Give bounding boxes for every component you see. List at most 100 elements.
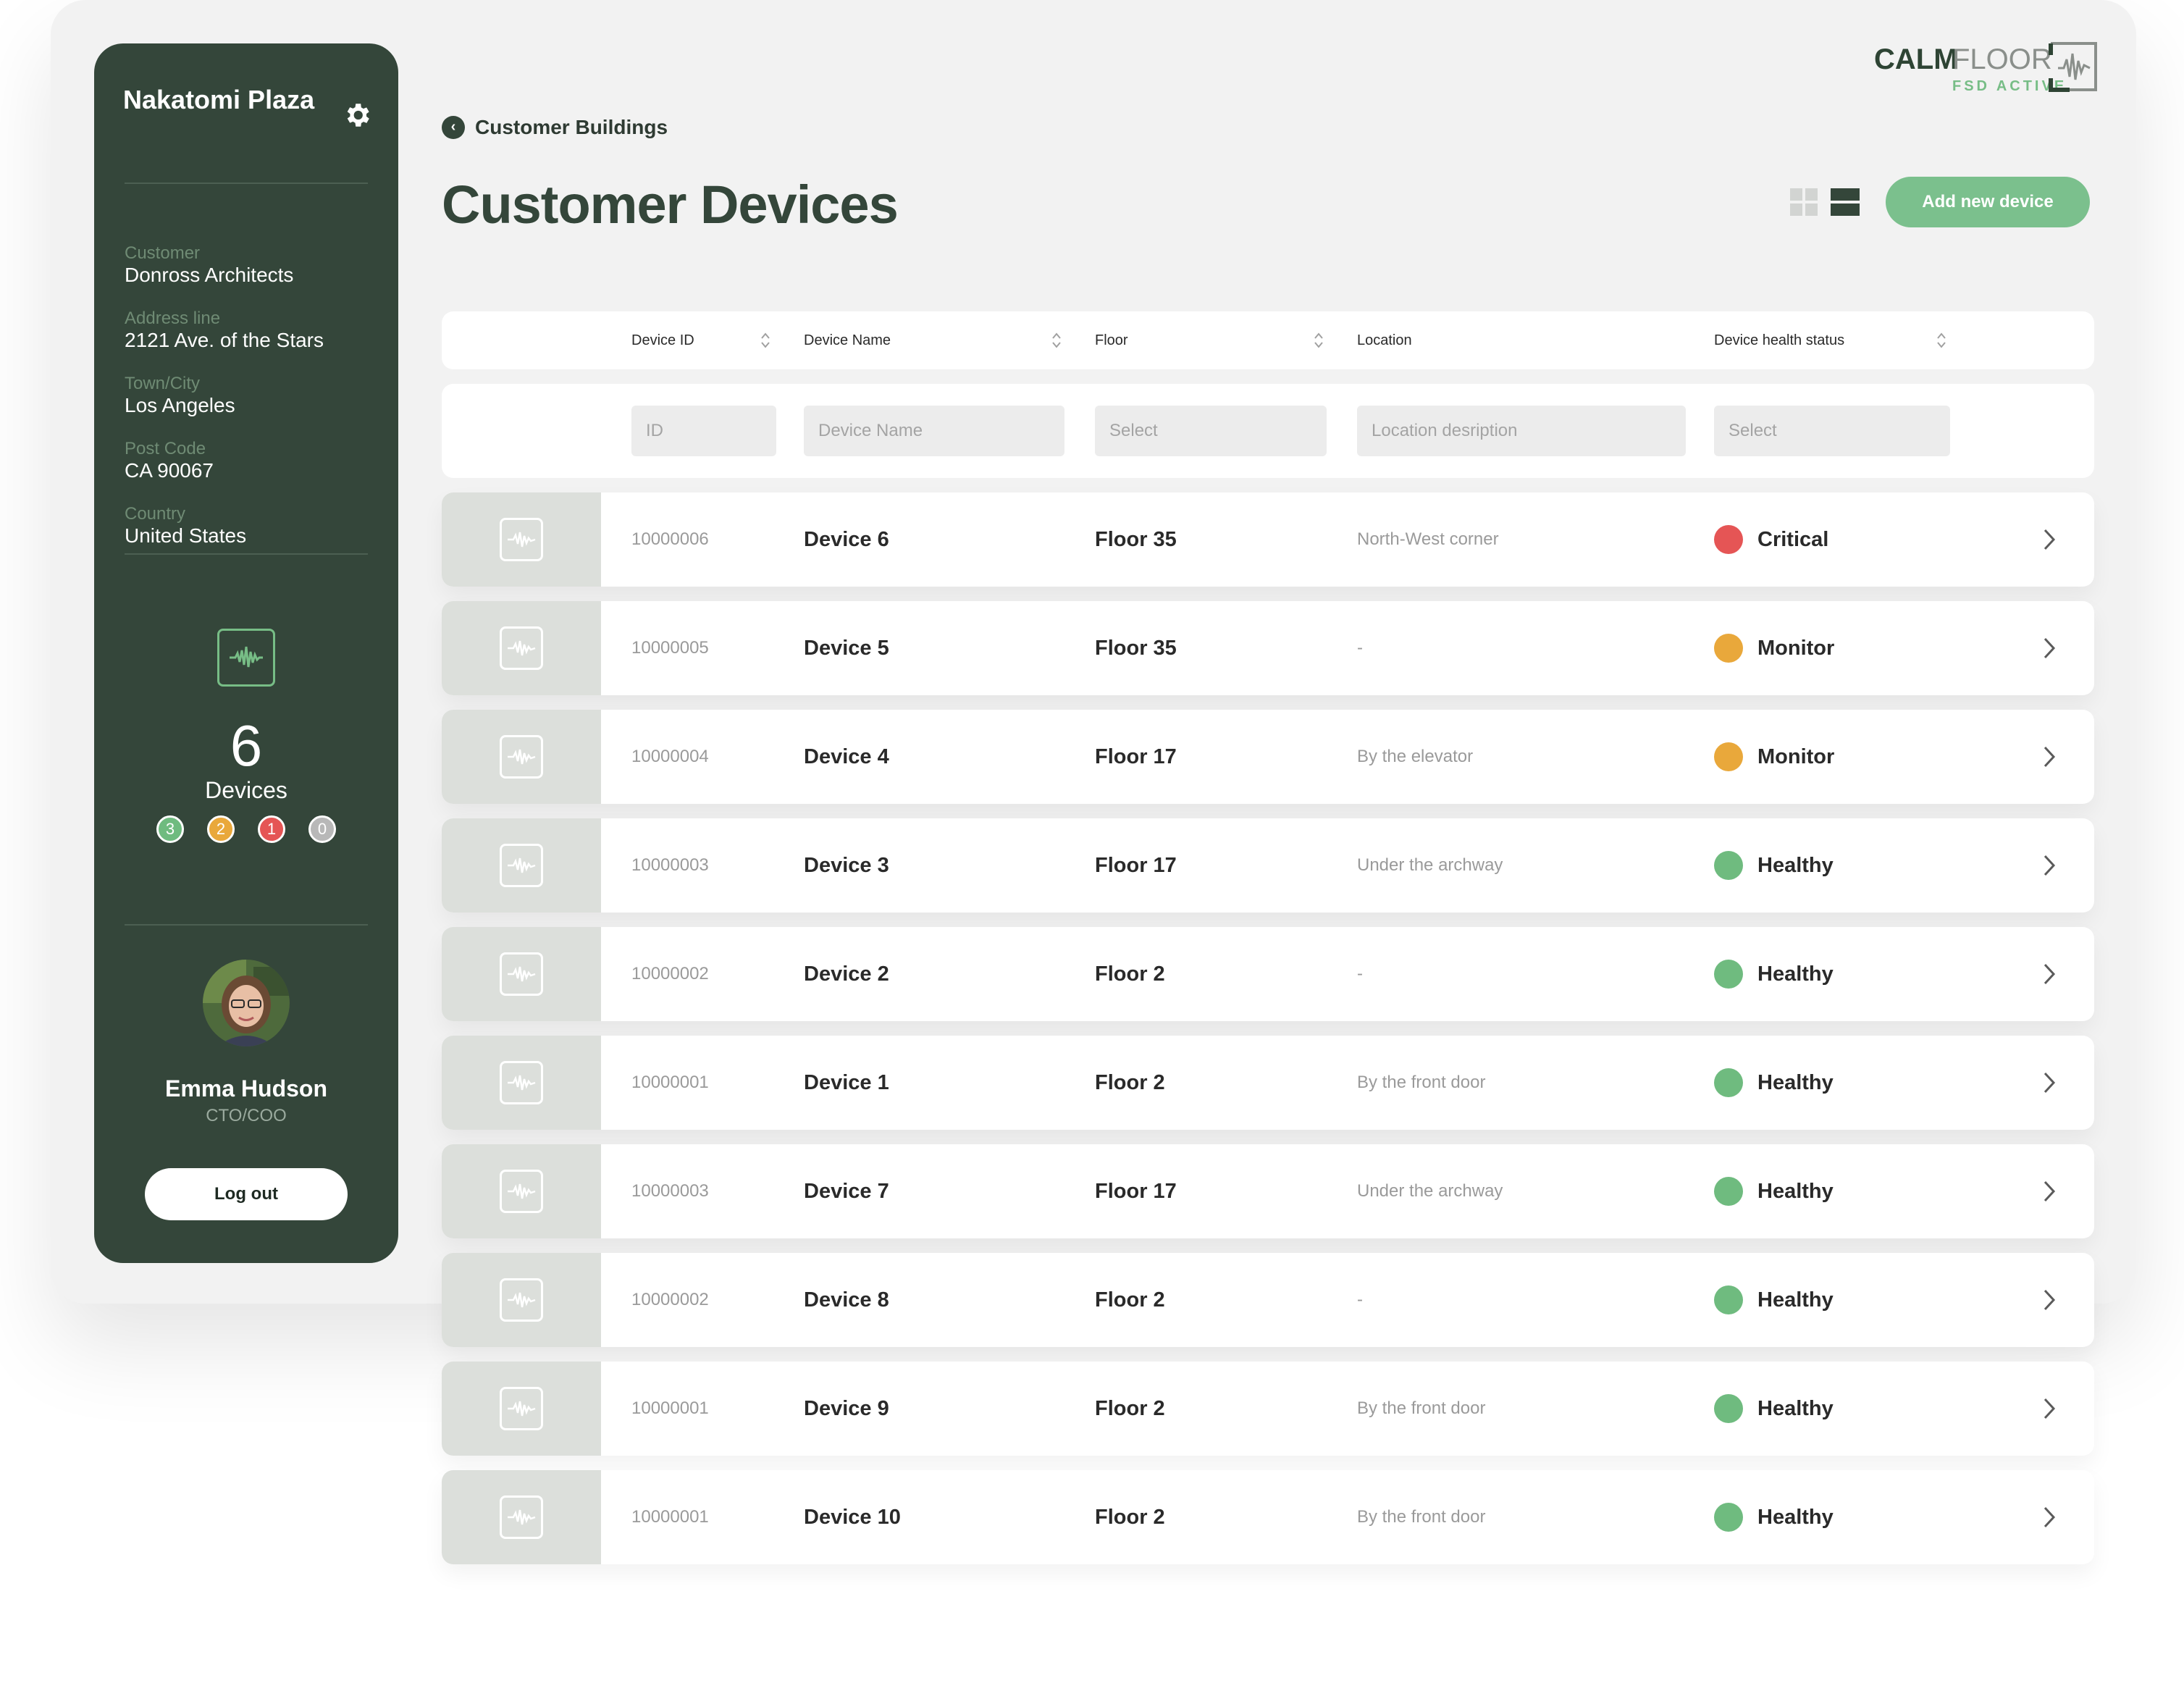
device-id: 10000003 bbox=[631, 1181, 709, 1201]
chevron-right-icon[interactable] bbox=[2041, 526, 2058, 553]
device-location: - bbox=[1357, 638, 1363, 658]
status-badge: Healthy bbox=[1757, 962, 1834, 986]
status-dot-icon bbox=[1714, 1503, 1743, 1532]
status-dot-icon bbox=[1714, 1068, 1743, 1097]
device-id: 10000001 bbox=[631, 1398, 709, 1418]
chevron-right-icon[interactable] bbox=[2041, 1178, 2058, 1205]
device-floor: Floor 17 bbox=[1095, 854, 1177, 877]
filter-row bbox=[442, 384, 2094, 478]
device-thumbnail bbox=[442, 1362, 601, 1456]
table-row[interactable]: 10000001 Device 1 Floor 2 By the front door… bbox=[442, 1036, 2094, 1130]
chevron-right-icon[interactable] bbox=[2041, 743, 2058, 771]
device-location: By the front door bbox=[1357, 1507, 1486, 1527]
chevron-right-icon[interactable] bbox=[2041, 1503, 2058, 1531]
customer-field-value: 2121 Ave. of the Stars bbox=[125, 329, 324, 351]
table-row[interactable]: 10000003 Device 3 Floor 17 Under the archwa… bbox=[442, 818, 2094, 913]
column-header-location[interactable]: Location bbox=[1357, 311, 1412, 369]
grid-view-icon[interactable] bbox=[1790, 188, 1818, 216]
status-badge: Healthy bbox=[1757, 1397, 1834, 1420]
sort-icon[interactable] bbox=[1314, 332, 1324, 349]
page-title: Customer Devices bbox=[442, 175, 899, 235]
status-badge: Critical bbox=[1757, 528, 1829, 551]
table-header: Device ID Device Name Floor Location Dev… bbox=[442, 311, 2094, 369]
device-thumbnail bbox=[442, 1253, 601, 1347]
status-filter-select[interactable] bbox=[1714, 406, 1950, 456]
floor-filter-select[interactable] bbox=[1095, 406, 1327, 456]
table-row[interactable]: 10000002 Device 2 Floor 2 - Healthy bbox=[442, 927, 2094, 1021]
chevron-right-icon[interactable] bbox=[2041, 1069, 2058, 1096]
device-floor: Floor 2 bbox=[1095, 1071, 1165, 1094]
device-name: Device 6 bbox=[804, 528, 889, 551]
sort-icon[interactable] bbox=[1936, 332, 1946, 349]
device-floor: Floor 35 bbox=[1095, 528, 1177, 551]
device-thumbnail bbox=[442, 710, 601, 804]
building-sidebar: Nakatomi Plaza Customer Donross Architect… bbox=[94, 43, 398, 1263]
device-thumbnail bbox=[442, 927, 601, 1021]
back-link[interactable]: ‹ Customer Buildings bbox=[442, 114, 668, 140]
chevron-right-icon[interactable] bbox=[2041, 634, 2058, 662]
table-row[interactable]: 10000005 Device 5 Floor 35 - Monitor bbox=[442, 601, 2094, 695]
location-filter-input[interactable] bbox=[1357, 406, 1686, 456]
device-location: By the elevator bbox=[1357, 747, 1474, 766]
device-id: 10000005 bbox=[631, 638, 709, 658]
waveform-icon bbox=[500, 1278, 543, 1322]
status-dot-icon bbox=[1714, 1394, 1743, 1423]
device-name: Device 1 bbox=[804, 1071, 889, 1094]
table-row[interactable]: 10000006 Device 6 Floor 35 North-West corne… bbox=[442, 492, 2094, 587]
table-row[interactable]: 10000002 Device 8 Floor 2 - Healthy bbox=[442, 1253, 2094, 1347]
offline-count-badge: 0 bbox=[308, 815, 336, 843]
gear-icon[interactable] bbox=[342, 100, 372, 130]
device-location: North-West corner bbox=[1357, 529, 1499, 549]
status-dot-icon bbox=[1714, 1285, 1743, 1314]
table-row[interactable]: 10000001 Device 10 Floor 2 By the front doo… bbox=[442, 1470, 2094, 1564]
calmfloor-logo: CALM FLOOR FSD ACTIVE bbox=[1874, 41, 2099, 98]
sort-icon[interactable] bbox=[760, 332, 770, 349]
device-location: Under the archway bbox=[1357, 855, 1503, 875]
chevron-right-icon[interactable] bbox=[2041, 852, 2058, 879]
back-link-label: Customer Buildings bbox=[475, 116, 668, 138]
device-floor: Floor 17 bbox=[1095, 1180, 1177, 1203]
list-view-icon[interactable] bbox=[1831, 188, 1860, 216]
device-name: Device 10 bbox=[804, 1506, 901, 1529]
waveform-icon bbox=[500, 1387, 543, 1430]
device-id: 10000002 bbox=[631, 1290, 709, 1309]
customer-field-value: CA 90067 bbox=[125, 459, 214, 482]
device-count-label: Devices bbox=[205, 777, 287, 803]
column-header-floor[interactable]: Floor bbox=[1095, 311, 1128, 369]
status-badge: Healthy bbox=[1757, 1180, 1834, 1203]
device-thumbnail bbox=[442, 818, 601, 913]
device-name-filter-input[interactable] bbox=[804, 406, 1064, 456]
table-row[interactable]: 10000001 Device 9 Floor 2 By the front door… bbox=[442, 1362, 2094, 1456]
chevron-right-icon[interactable] bbox=[2041, 1395, 2058, 1422]
user-role: CTO/COO bbox=[206, 1106, 287, 1125]
table-row[interactable]: 10000003 Device 7 Floor 17 Under the archwa… bbox=[442, 1144, 2094, 1238]
device-id: 10000003 bbox=[631, 855, 709, 875]
sort-icon[interactable] bbox=[1051, 332, 1062, 349]
device-id: 10000006 bbox=[631, 529, 709, 549]
device-name: Device 4 bbox=[804, 745, 889, 768]
monitor-count-badge: 2 bbox=[207, 815, 235, 843]
column-header-health-status[interactable]: Device health status bbox=[1714, 311, 1844, 369]
column-header-device-id[interactable]: Device ID bbox=[631, 311, 694, 369]
chevron-right-icon[interactable] bbox=[2041, 960, 2058, 988]
logout-button[interactable]: Log out bbox=[145, 1168, 348, 1220]
logo-mark-icon bbox=[2049, 42, 2097, 92]
device-id: 10000002 bbox=[631, 964, 709, 983]
customer-field-label: Town/City bbox=[125, 374, 201, 393]
device-location: By the front door bbox=[1357, 1398, 1486, 1418]
customer-field-label: Country bbox=[125, 504, 186, 524]
id-filter-input[interactable] bbox=[631, 406, 776, 456]
chevron-right-icon[interactable] bbox=[2041, 1286, 2058, 1314]
status-dot-icon bbox=[1714, 960, 1743, 989]
device-floor: Floor 2 bbox=[1095, 962, 1165, 986]
table-row[interactable]: 10000004 Device 4 Floor 17 By the elevator M… bbox=[442, 710, 2094, 804]
add-new-device-button[interactable]: Add new device bbox=[1886, 177, 2090, 227]
column-header-device-name[interactable]: Device Name bbox=[804, 311, 891, 369]
waveform-icon bbox=[500, 1061, 543, 1104]
building-name: Nakatomi Plaza bbox=[123, 85, 315, 114]
status-dot-icon bbox=[1714, 634, 1743, 663]
customer-field-value: Donross Architects bbox=[125, 264, 294, 286]
device-floor: Floor 35 bbox=[1095, 637, 1177, 660]
device-name: Device 9 bbox=[804, 1397, 889, 1420]
customer-field-label: Post Code bbox=[125, 439, 206, 458]
